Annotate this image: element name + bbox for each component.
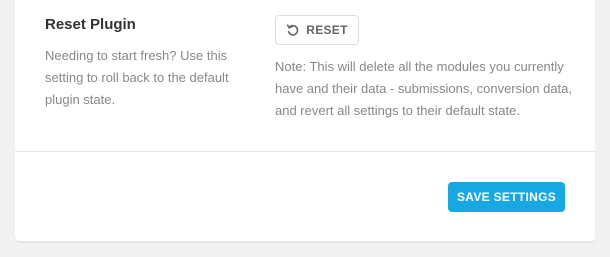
reset-plugin-section: Reset Plugin Needing to start fresh? Use…	[15, 0, 595, 151]
undo-icon	[286, 23, 300, 37]
section-description: Needing to start fresh? Use this setting…	[45, 48, 229, 107]
reset-note: Note: This will delete all the modules y…	[275, 59, 573, 118]
reset-plugin-info: Reset Plugin Needing to start fresh? Use…	[45, 14, 240, 111]
reset-button-label: RESET	[306, 23, 348, 37]
settings-card: Reset Plugin Needing to start fresh? Use…	[15, 0, 595, 241]
section-title: Reset Plugin	[45, 16, 136, 33]
card-footer: SAVE SETTINGS	[15, 152, 595, 241]
reset-button[interactable]: RESET	[275, 15, 359, 45]
reset-plugin-controls: RESET Note: This will delete all the mod…	[275, 15, 575, 122]
save-settings-button[interactable]: SAVE SETTINGS	[448, 182, 565, 212]
